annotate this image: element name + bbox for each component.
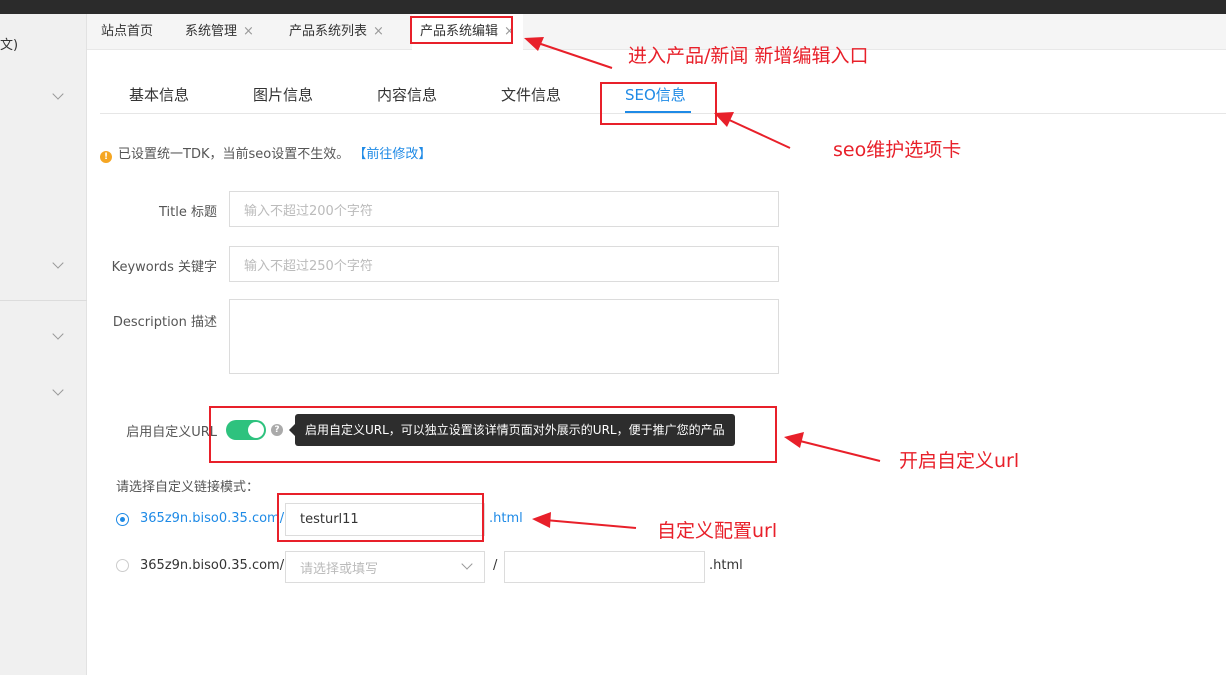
annotation-arrowhead <box>784 432 804 448</box>
annotation-arrows <box>524 37 881 529</box>
annotation-text-config-url: 自定义配置url <box>657 520 778 542</box>
annotation-arrow-line <box>724 117 791 149</box>
annotation-arrowhead <box>532 512 551 528</box>
annotation-arrowhead <box>524 37 544 51</box>
annotation-text-seo-tab: seo维护选项卡 <box>833 139 962 161</box>
annotation-arrow-line <box>795 439 881 462</box>
annotation-arrowhead <box>714 112 734 127</box>
annotation-arrow-line <box>544 519 637 529</box>
annotation-text-enable-url: 开启自定义url <box>899 450 1020 472</box>
annotation-text-edit-entry: 进入产品/新闻 新增编辑入口 <box>628 45 869 67</box>
annotation-arrow-line <box>534 41 613 69</box>
